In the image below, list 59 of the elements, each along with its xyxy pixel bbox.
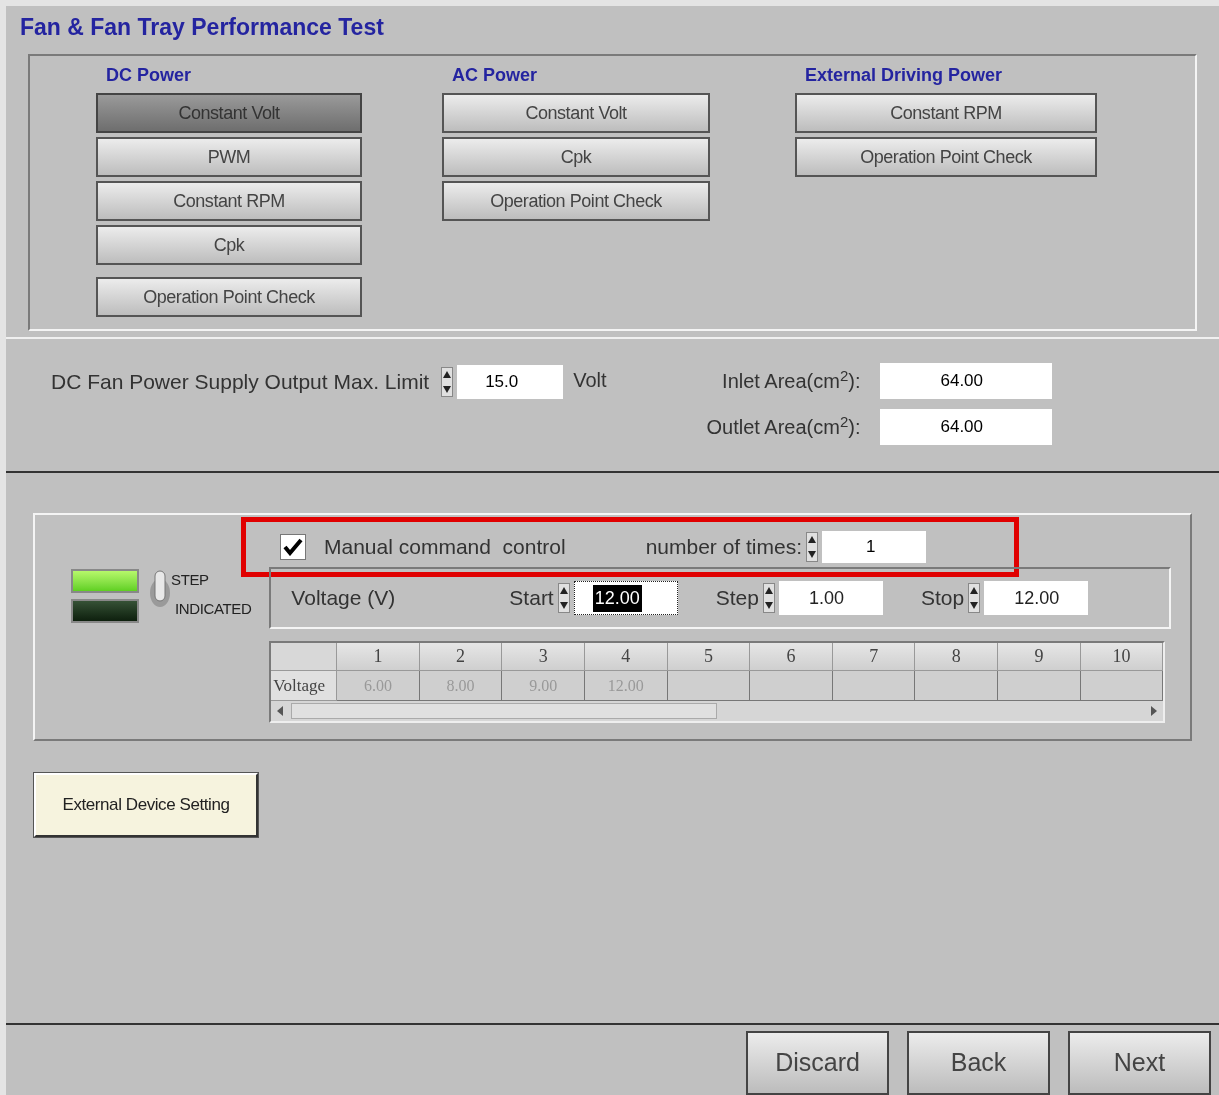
field-label: DC Fan Power Supply Output Max. Limit xyxy=(51,369,430,396)
mode-button[interactable]: Constant RPM xyxy=(96,181,362,221)
mode-button[interactable]: Constant Volt xyxy=(96,93,362,133)
column-header: 8 xyxy=(915,643,999,671)
external-device-button[interactable]: External Device Setting xyxy=(34,773,258,837)
group-heading: AC Power xyxy=(452,64,538,87)
column-header: 3 xyxy=(502,643,585,671)
mode-button[interactable]: Operation Point Check xyxy=(96,277,362,317)
column-header: 5 xyxy=(667,643,751,671)
mode-button[interactable]: PWM xyxy=(96,137,362,177)
field-label: Outlet Area(cm$^{2}$): xyxy=(706,412,861,440)
field-label: Inlet Area(cm$^{2}$): xyxy=(722,366,861,394)
table-corner xyxy=(271,643,338,671)
column-header: 9 xyxy=(998,643,1081,671)
field-label: number of times: xyxy=(645,534,803,561)
mode-button[interactable]: Operation Point Check xyxy=(442,181,710,221)
voltage-field[interactable]: 12.00 xyxy=(984,581,1089,615)
scrollbar-thumb[interactable] xyxy=(291,703,718,719)
column-header: 4 xyxy=(584,643,668,671)
mode-button[interactable]: Cpk xyxy=(442,137,710,177)
voltage-label: Voltage (V) xyxy=(291,585,397,612)
limit-field[interactable]: 15.0 xyxy=(457,365,564,399)
toggle-label: STEP xyxy=(171,570,210,590)
checkbox[interactable] xyxy=(280,534,306,560)
spinner-arrows-icon[interactable] xyxy=(557,583,570,613)
spinner-arrows-icon[interactable] xyxy=(441,367,454,397)
area-field[interactable]: 64.00 xyxy=(880,363,1053,399)
field-label: Step xyxy=(715,585,759,612)
group-heading: DC Power xyxy=(106,64,192,87)
mode-button[interactable]: Constant Volt xyxy=(442,93,710,133)
mode-button[interactable]: Operation Point Check xyxy=(795,137,1097,177)
horizontal-scrollbar[interactable] xyxy=(271,701,1164,721)
toggle-switch-icon[interactable] xyxy=(149,569,171,609)
column-header: 10 xyxy=(1080,643,1164,671)
group-heading: External Driving Power xyxy=(805,64,1003,87)
times-field[interactable]: 1 xyxy=(822,531,927,563)
unit-label: Volt xyxy=(573,368,607,393)
field-label: Start xyxy=(509,585,554,612)
footer-button[interactable]: Next xyxy=(1068,1031,1211,1095)
voltage-field[interactable]: 1.00 xyxy=(778,581,883,615)
spinner-arrows-icon[interactable] xyxy=(762,583,775,613)
mode-button[interactable]: Constant RPM xyxy=(795,93,1097,133)
toggle-label: INDICATED xyxy=(175,598,252,619)
check-icon xyxy=(283,538,303,556)
window-title: Fan & Fan Tray Performance Test xyxy=(19,13,384,42)
checkbox-label: Manual command control xyxy=(324,534,566,561)
area-field[interactable]: 64.00 xyxy=(880,409,1053,445)
field-label: Stop xyxy=(920,585,965,612)
column-header: 2 xyxy=(419,643,503,671)
column-header: 7 xyxy=(832,643,916,671)
mode-button[interactable]: Cpk xyxy=(96,225,362,265)
column-header: 1 xyxy=(337,643,420,671)
spinner-arrows-icon[interactable] xyxy=(968,583,981,613)
spinner-arrows-icon[interactable] xyxy=(806,532,819,562)
column-header: 6 xyxy=(750,643,833,671)
voltage-field[interactable]: 12.00 xyxy=(573,581,678,615)
row-header: Voltage xyxy=(271,671,338,701)
footer-button[interactable]: Back xyxy=(907,1031,1050,1095)
footer-button[interactable]: Discard xyxy=(746,1031,889,1095)
